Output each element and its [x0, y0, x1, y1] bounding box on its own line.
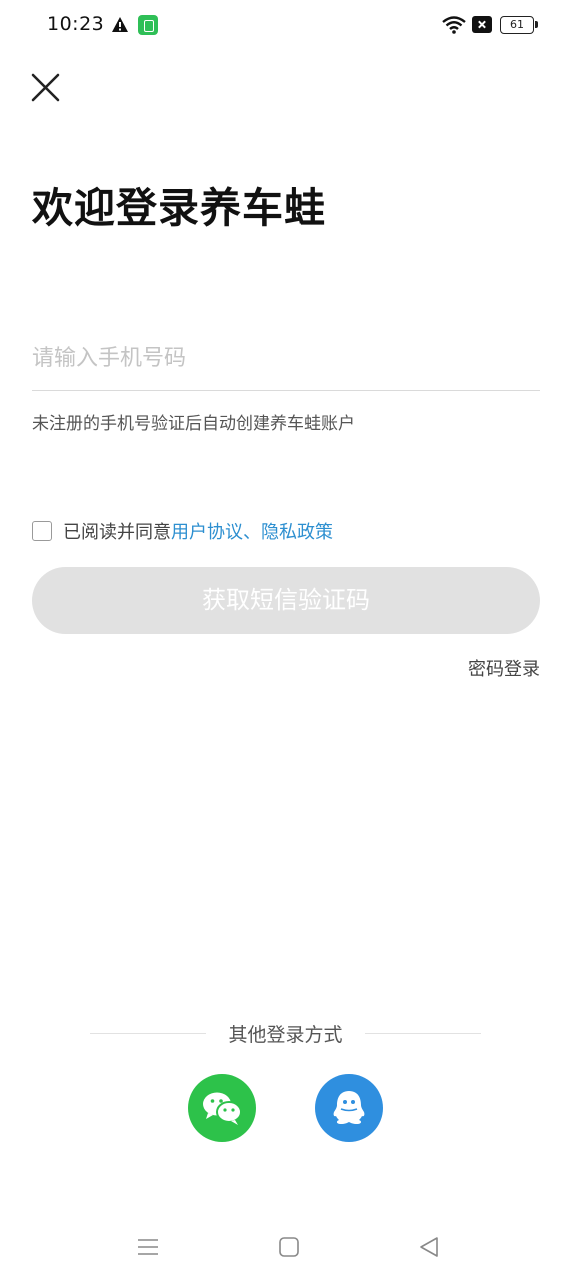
phone-input[interactable]: [32, 330, 540, 386]
agreement-prefix: 已阅读并同意: [63, 522, 171, 543]
register-hint: 未注册的手机号验证后自动创建养车蛙账户: [32, 414, 355, 434]
agreement-row: 已阅读并同意 用户协议 、 隐私政策: [32, 519, 333, 543]
other-login-label: 其他登录方式: [228, 1024, 343, 1046]
wechat-login-button[interactable]: [188, 1074, 256, 1142]
home-icon[interactable]: [274, 1232, 304, 1262]
back-icon[interactable]: [414, 1232, 444, 1262]
wifi-icon: [442, 16, 466, 34]
divider-right: [365, 1033, 481, 1034]
agreement-checkbox[interactable]: [32, 521, 52, 541]
status-time: 10:23: [47, 13, 105, 35]
qq-login-button[interactable]: [315, 1074, 383, 1142]
app-notification-icon: [138, 15, 158, 35]
input-underline: [32, 390, 540, 391]
close-icon[interactable]: [28, 70, 64, 106]
get-sms-code-button[interactable]: 获取短信验证码: [32, 567, 540, 634]
page-title: 欢迎登录养车蛙: [32, 184, 326, 232]
battery-icon: 61: [500, 16, 538, 34]
agreement-separator: 、: [243, 522, 261, 543]
qq-icon: [333, 1091, 365, 1124]
warning-icon: [112, 17, 128, 32]
password-login-link[interactable]: 密码登录: [468, 655, 540, 681]
divider-left: [90, 1033, 206, 1034]
user-agreement-link[interactable]: 用户协议: [171, 518, 243, 544]
battery-level: 61: [510, 18, 524, 31]
privacy-policy-link[interactable]: 隐私政策: [261, 518, 333, 544]
menu-icon[interactable]: [133, 1232, 163, 1262]
sim-off-icon: [472, 16, 492, 33]
status-bar: 10:23 61: [0, 0, 572, 52]
system-nav-bar: [0, 1214, 572, 1280]
wechat-icon: [203, 1092, 242, 1125]
